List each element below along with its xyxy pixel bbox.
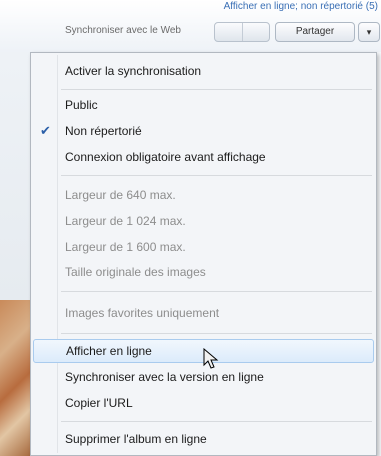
menu-item-activate-sync[interactable]: Activer la synchronisation	[33, 59, 374, 83]
menu-separator	[61, 421, 372, 422]
menu-item-login-required[interactable]: Connexion obligatoire avant affichage	[33, 145, 374, 169]
sync-label: Synchroniser avec le Web	[65, 25, 181, 36]
background-photo	[0, 300, 30, 456]
context-menu: Activer la synchronisation Public ✔ Non …	[30, 52, 377, 456]
share-button[interactable]: Partager	[275, 22, 355, 42]
mouse-cursor-icon	[203, 348, 219, 369]
toggle-segment-off[interactable]	[215, 23, 243, 41]
toggle-segment-on[interactable]	[243, 23, 270, 41]
menu-separator	[61, 333, 372, 334]
menu-item-favorites-only[interactable]: Images favorites uniquement	[33, 301, 374, 325]
menu-item-unlisted[interactable]: ✔ Non répertorié	[33, 119, 374, 143]
status-link[interactable]: Afficher en ligne; non répertorié (5)	[224, 1, 378, 12]
menu-item-public[interactable]: Public	[33, 93, 374, 117]
menu-separator	[61, 175, 372, 176]
menu-item-copy-url[interactable]: Copier l'URL	[33, 391, 374, 415]
menu-separator	[61, 89, 372, 90]
sync-toggle[interactable]	[214, 22, 270, 42]
menu-item-delete-online[interactable]: Supprimer l'album en ligne	[33, 427, 374, 451]
menu-item-width-1024[interactable]: Largeur de 1 024 max.	[33, 209, 374, 233]
background-panel	[0, 52, 30, 300]
menu-item-original-size[interactable]: Taille originale des images	[33, 260, 374, 284]
menu-item-width-640[interactable]: Largeur de 640 max.	[33, 183, 374, 207]
menu-item-unlisted-label: Non répertorié	[65, 124, 142, 138]
menu-item-width-1600[interactable]: Largeur de 1 600 max.	[33, 235, 374, 259]
chevron-down-icon[interactable]: ▾	[358, 22, 380, 42]
toolbar: Afficher en ligne; non répertorié (5) Sy…	[0, 0, 381, 52]
check-icon: ✔	[40, 123, 51, 138]
menu-separator	[61, 291, 372, 292]
